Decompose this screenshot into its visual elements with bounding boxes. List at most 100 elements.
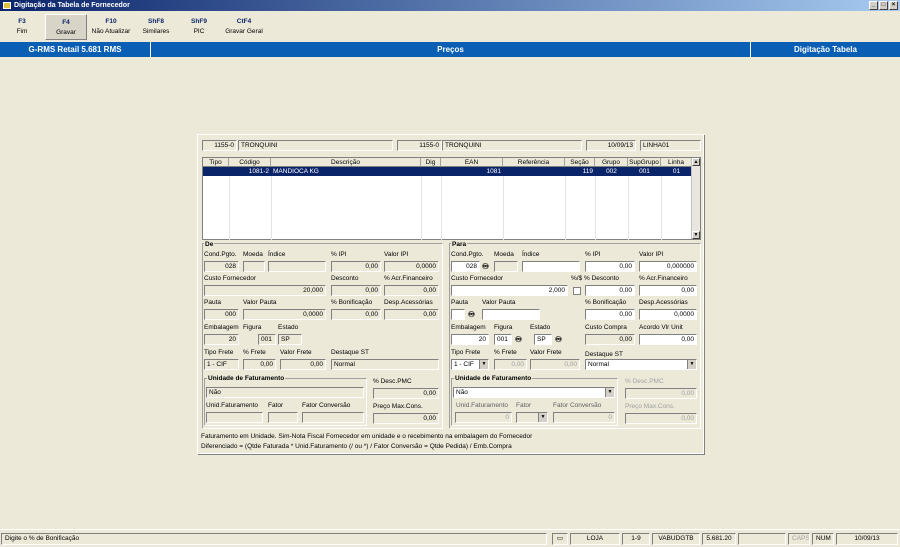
status-date: 10/09/13 — [836, 533, 898, 545]
para-valoripi-label: Valor IPI — [639, 251, 664, 258]
de-bonif-label: % Bonificação — [331, 299, 373, 306]
binoculars-icon[interactable]: ♾ — [480, 261, 491, 272]
grid-scrollbar[interactable]: ▲ ▼ — [691, 158, 700, 239]
para-valoripi-input[interactable]: 0,000000 — [639, 261, 697, 272]
nao-atualizar-key: F10 — [105, 18, 117, 25]
de-valorfrete: 0,00 — [280, 359, 326, 370]
cell-linha: 01 — [672, 168, 681, 175]
de-descpmc: 0,00 — [373, 388, 439, 399]
desconto-type-checkbox[interactable] — [573, 287, 581, 295]
para-tipofrete-select[interactable]: 1 - CIF ▼ — [451, 359, 489, 370]
de-valoripi-label: Valor IPI — [384, 251, 409, 258]
de-acr: 0,00 — [384, 285, 439, 296]
col-supgrupo[interactable]: SupGrupo — [628, 158, 661, 167]
de-desconto: 0,00 — [331, 285, 381, 296]
para-custo-label: Custo Fornecedor — [451, 275, 504, 282]
para-destaque-select[interactable]: Normal ▼ — [585, 359, 697, 370]
de-valoripi: 0,0000 — [384, 261, 439, 272]
para-cond-input[interactable]: 028 — [451, 261, 480, 272]
status-hint: Digite o % de Bonificação — [1, 533, 547, 545]
gravar-geral-button[interactable]: CtF4 Gravar Geral — [221, 14, 267, 40]
pic-button[interactable]: ShF9 PIC — [181, 14, 217, 40]
product-grid[interactable]: Tipo Código Descrição Dig EAN Referência… — [202, 157, 701, 240]
para-desconto-input[interactable]: 0,00 — [585, 285, 635, 296]
binoculars-icon[interactable]: ♾ — [513, 334, 524, 345]
para-acordo-input[interactable]: 0,00 — [639, 334, 697, 345]
chevron-down-icon[interactable]: ▼ — [687, 360, 696, 369]
para-tipofrete-label: Tipo Frete — [451, 349, 481, 356]
chevron-down-icon[interactable]: ▼ — [479, 360, 488, 369]
cell-supgrupo: 001 — [639, 168, 650, 175]
para-figura-input[interactable]: 001 — [494, 334, 512, 345]
para-figura-label: Figura — [494, 324, 513, 331]
para-ipi-input[interactable]: 0,00 — [585, 261, 635, 272]
gravar-geral-label: Gravar Geral — [225, 28, 263, 35]
grid-line — [595, 176, 596, 240]
para-fator-select: ▼ — [516, 412, 548, 423]
col-codigo[interactable]: Código — [229, 158, 271, 167]
fim-button[interactable]: F3 Fim — [4, 14, 40, 40]
de-fator-label: Fator — [268, 402, 284, 409]
para-pauta-input[interactable] — [451, 309, 465, 320]
de-figura: 001 — [258, 334, 276, 345]
para-descpmc: 0,00 — [625, 388, 697, 399]
window-title: Digitação da Tabela de Fornecedor — [14, 2, 130, 9]
de-bonif: 0,00 — [331, 309, 381, 320]
de-fatorconv — [302, 412, 364, 423]
para-desp-label: Desp.Acessórias — [639, 299, 688, 306]
de-valorfrete-label: Valor Frete — [280, 349, 312, 356]
col-dig[interactable]: Dig — [421, 158, 441, 167]
col-linha[interactable]: Linha — [661, 158, 692, 167]
nao-atualizar-label: Não Atualizar — [91, 28, 131, 35]
para-destaque-label: Destaque ST — [585, 351, 623, 358]
table-row[interactable]: 1081-2 MANDIOCA KG 1081 119 002 001 01 — [203, 167, 692, 176]
nao-atualizar-button[interactable]: F10 Não Atualizar — [89, 14, 133, 40]
para-bonif-input[interactable]: 0,00 — [585, 309, 635, 320]
maximize-button[interactable]: □ — [879, 1, 888, 10]
para-valorpauta-input[interactable] — [482, 309, 540, 320]
para-moeda-input[interactable] — [494, 261, 518, 272]
de-moeda-label: Moeda — [243, 251, 263, 258]
para-desconto-label: %/$ % Desconto — [571, 275, 620, 282]
similares-button[interactable]: ShF8 Similares — [137, 14, 175, 40]
col-grupo[interactable]: Grupo — [595, 158, 628, 167]
col-ean[interactable]: EAN — [441, 158, 503, 167]
scroll-up-icon[interactable]: ▲ — [692, 158, 700, 166]
para-unid-select[interactable]: Não ▼ — [453, 387, 615, 398]
cell-codigo: 1081-2 — [248, 168, 269, 175]
para-acr-input[interactable]: 0,00 — [639, 285, 697, 296]
cell-grupo: 002 — [606, 168, 617, 175]
close-button[interactable]: × — [889, 1, 898, 10]
gravar-button[interactable]: F4 Gravar — [45, 14, 87, 40]
para-title: Para — [451, 241, 468, 248]
de-custo: 20,000 — [204, 285, 326, 296]
col-tipo[interactable]: Tipo — [203, 158, 229, 167]
minimize-button[interactable]: _ — [869, 1, 878, 10]
de-unidfat — [206, 412, 263, 423]
header-line: LINHA01 — [640, 140, 701, 151]
chevron-down-icon[interactable]: ▼ — [605, 388, 614, 397]
col-referencia[interactable]: Referência — [503, 158, 565, 167]
binoculars-icon[interactable]: ♾ — [553, 334, 564, 345]
de-descpmc-label: % Desc.PMC — [373, 378, 412, 385]
de-desconto-label: Desconto — [331, 275, 359, 282]
grid-line — [628, 176, 629, 240]
para-indice-input[interactable] — [522, 261, 580, 272]
de-pfrete: 0,00 — [243, 359, 276, 370]
gravar-geral-key: CtF4 — [236, 18, 252, 25]
cell-ean: 1081 — [486, 168, 501, 175]
para-fatorconv: 0 — [553, 412, 615, 423]
scroll-down-icon[interactable]: ▼ — [692, 231, 700, 239]
col-descricao[interactable]: Descrição — [271, 158, 421, 167]
binoculars-icon[interactable]: ♾ — [466, 309, 477, 320]
col-secao[interactable]: Seção — [565, 158, 595, 167]
de-moeda — [243, 261, 265, 272]
para-estado-label: Estado — [530, 324, 551, 331]
para-custocompra-label: Custo Compra — [585, 324, 627, 331]
para-valorpauta-label: Valor Pauta — [482, 299, 516, 306]
para-desp-input[interactable]: 0,0000 — [639, 309, 697, 320]
de-estado: SP — [278, 334, 302, 345]
para-custo-input[interactable]: 2,000 — [451, 285, 568, 296]
para-estado-input[interactable]: SP — [534, 334, 552, 345]
para-emb-input[interactable]: 20 — [451, 334, 489, 345]
